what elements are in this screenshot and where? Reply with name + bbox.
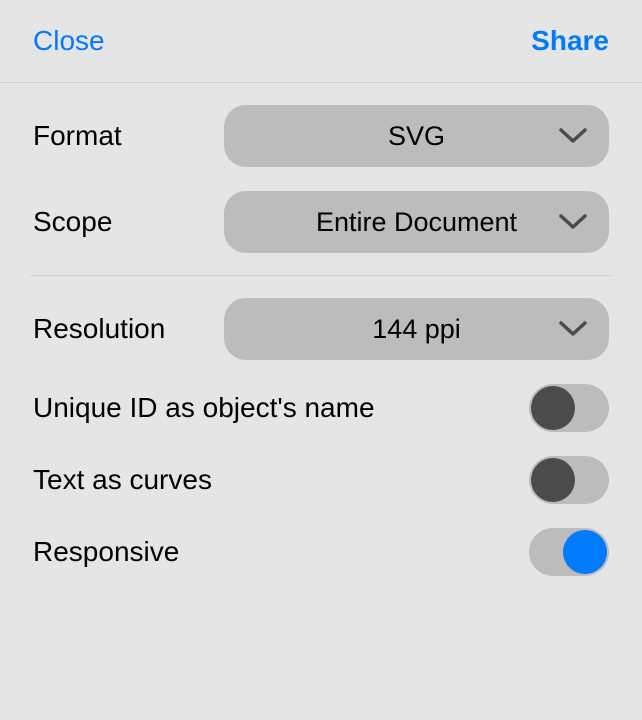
text-curves-label: Text as curves [33,464,212,496]
unique-id-label: Unique ID as object's name [33,392,375,424]
format-row: Format SVG [30,93,612,179]
text-curves-row: Text as curves [30,444,612,516]
resolution-label: Resolution [33,313,165,345]
section-format-scope: Format SVG Scope Entire Document [0,83,642,276]
chevron-down-icon [559,321,587,337]
scope-value: Entire Document [316,207,517,238]
resolution-select[interactable]: 144 ppi [224,298,609,360]
scope-row: Scope Entire Document [30,179,612,265]
toggle-knob [563,530,607,574]
responsive-row: Responsive [30,516,612,588]
format-value: SVG [388,121,445,152]
close-button[interactable]: Close [33,25,105,57]
header-bar: Close Share [0,0,642,83]
responsive-toggle[interactable] [529,528,609,576]
unique-id-row: Unique ID as object's name [30,372,612,444]
scope-select[interactable]: Entire Document [224,191,609,253]
format-select[interactable]: SVG [224,105,609,167]
text-curves-toggle[interactable] [529,456,609,504]
unique-id-toggle[interactable] [529,384,609,432]
format-label: Format [33,120,122,152]
chevron-down-icon [559,214,587,230]
toggle-knob [531,458,575,502]
chevron-down-icon [559,128,587,144]
section-options: Resolution 144 ppi Unique ID as object's… [0,276,642,598]
scope-label: Scope [33,206,112,238]
toggle-knob [531,386,575,430]
responsive-label: Responsive [33,536,179,568]
resolution-row: Resolution 144 ppi [30,286,612,372]
share-button[interactable]: Share [531,25,609,57]
resolution-value: 144 ppi [372,314,461,345]
